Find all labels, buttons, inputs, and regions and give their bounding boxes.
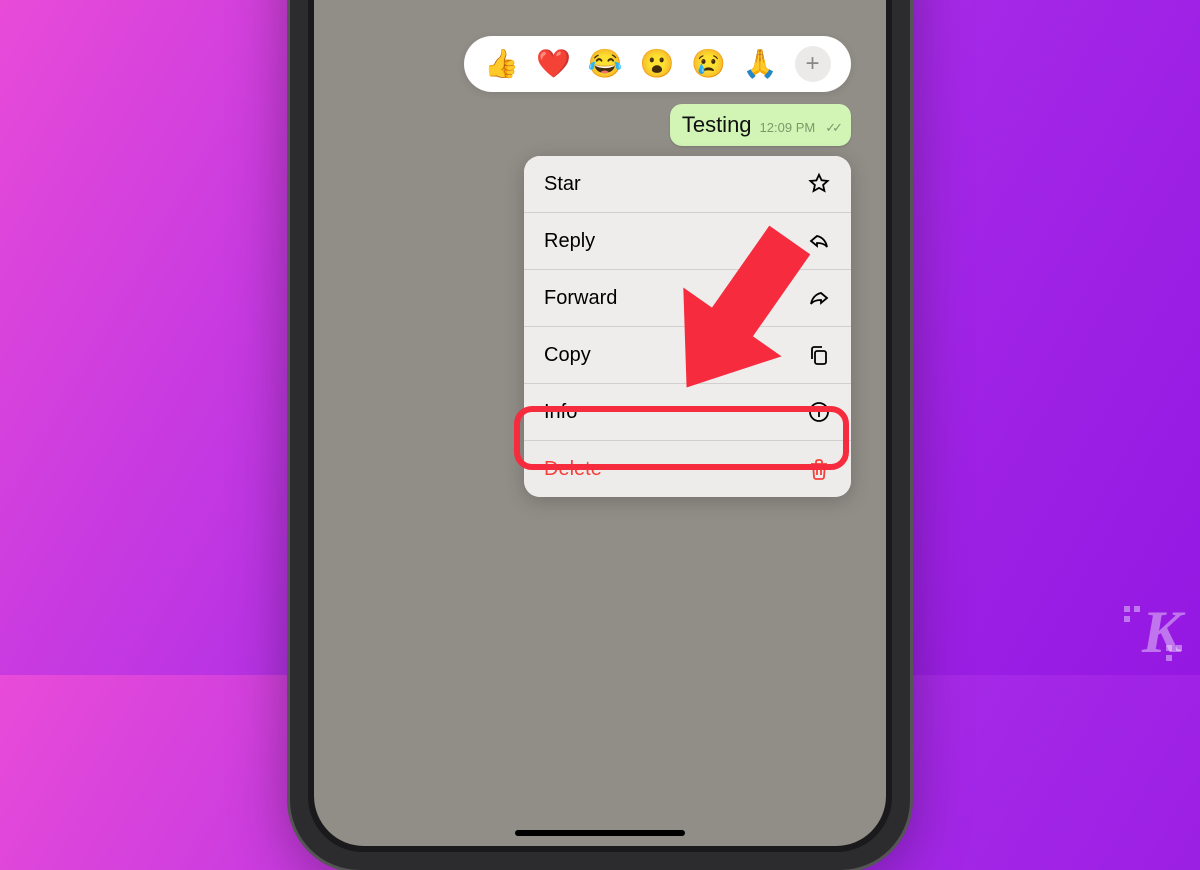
menu-forward[interactable]: Forward	[524, 270, 851, 327]
menu-reply-label: Reply	[544, 230, 595, 253]
message-text: Testing	[682, 112, 752, 138]
info-icon	[807, 400, 831, 424]
menu-star[interactable]: Star	[524, 156, 851, 213]
read-receipt-icon: ✓✓	[825, 120, 839, 136]
reaction-pray[interactable]: 🙏	[743, 50, 778, 78]
phone-frame: 👍 ❤️ 😂 😮 😢 🙏 + Testing 12:09 PM ✓✓ Star	[290, 0, 910, 870]
reaction-add-button[interactable]: +	[795, 46, 831, 82]
message-bubble[interactable]: Testing 12:09 PM ✓✓	[670, 104, 851, 146]
menu-delete[interactable]: Delete	[524, 441, 851, 497]
menu-info-label: Info	[544, 401, 577, 424]
menu-reply[interactable]: Reply	[524, 213, 851, 270]
context-menu: Star Reply Forward	[524, 156, 851, 497]
forward-icon	[807, 286, 831, 310]
reply-icon	[807, 229, 831, 253]
trash-icon	[807, 457, 831, 481]
reaction-heart[interactable]: ❤️	[536, 50, 571, 78]
reaction-wow[interactable]: 😮	[639, 50, 674, 78]
menu-copy[interactable]: Copy	[524, 327, 851, 384]
star-icon	[807, 172, 831, 196]
reaction-laugh[interactable]: 😂	[588, 50, 623, 78]
menu-star-label: Star	[544, 173, 581, 196]
reaction-thumbs-up[interactable]: 👍	[484, 50, 519, 78]
menu-forward-label: Forward	[544, 287, 617, 310]
menu-copy-label: Copy	[544, 344, 591, 367]
reaction-sad[interactable]: 😢	[691, 50, 726, 78]
phone-inner: 👍 ❤️ 😂 😮 😢 🙏 + Testing 12:09 PM ✓✓ Star	[308, 0, 892, 852]
watermark-logo: K	[1142, 598, 1180, 667]
copy-icon	[807, 343, 831, 367]
menu-info[interactable]: Info	[524, 384, 851, 441]
message-time: 12:09 PM	[760, 120, 816, 135]
chat-screen: 👍 ❤️ 😂 😮 😢 🙏 + Testing 12:09 PM ✓✓ Star	[314, 0, 886, 846]
menu-delete-label: Delete	[544, 458, 602, 481]
reaction-bar: 👍 ❤️ 😂 😮 😢 🙏 +	[464, 36, 851, 92]
home-indicator	[515, 830, 685, 836]
